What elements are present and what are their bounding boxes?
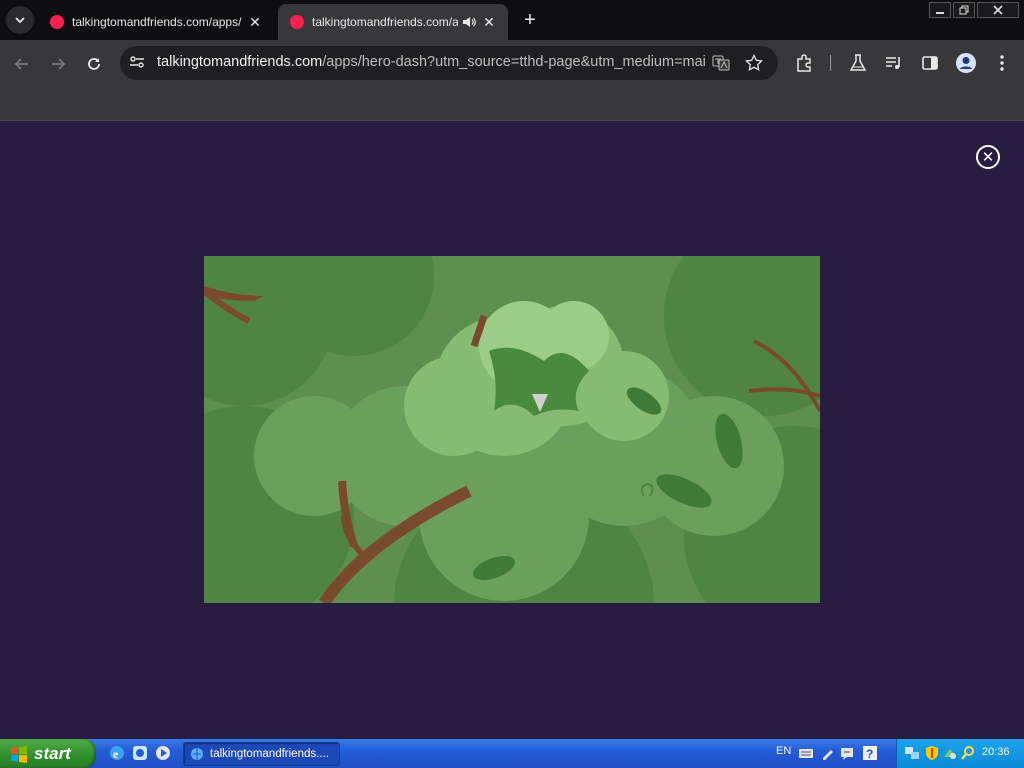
taskbar-task-browser[interactable]: talkingtomandfriends.... (183, 742, 340, 766)
windows-flag-icon (11, 745, 27, 763)
media-player-icon[interactable] (154, 744, 172, 762)
keyboard-icon[interactable] (798, 745, 814, 761)
side-panel-icon[interactable] (920, 53, 940, 73)
tab-title: talkingtomandfriends.com/apps/hero-dash (312, 15, 458, 29)
site-favicon-icon (50, 15, 64, 29)
tab-inactive[interactable]: talkingtomandfriends.com/apps/hero-dash … (38, 4, 274, 40)
svg-text:?: ? (866, 747, 873, 761)
labs-flask-icon[interactable] (848, 53, 868, 73)
forward-button[interactable] (44, 50, 72, 78)
tab-active[interactable]: talkingtomandfriends.com/apps/hero-dash … (278, 4, 508, 40)
pen-icon[interactable] (820, 745, 836, 761)
security-shield-icon[interactable] (924, 745, 940, 761)
forest-canopy-scene (204, 256, 820, 603)
site-favicon-icon (290, 15, 304, 29)
start-button[interactable]: start (0, 739, 96, 768)
toolbar-divider (830, 55, 831, 71)
site-info-icon[interactable] (128, 53, 146, 71)
menu-kebab-icon[interactable] (993, 53, 1011, 73)
chevron-down-icon (15, 17, 25, 24)
task-label: talkingtomandfriends.... (210, 748, 329, 760)
tab-search-button[interactable] (6, 6, 34, 34)
bookmarks-bar (0, 84, 1024, 121)
url-host: talkingtomandfriends.com (157, 54, 323, 70)
extensions-icon[interactable] (795, 53, 815, 73)
restore-button[interactable] (953, 2, 975, 18)
start-label: start (34, 743, 71, 763)
minimize-icon (936, 12, 944, 14)
url-text[interactable]: talkingtomandfriends.com/apps/hero-dash?… (157, 54, 705, 70)
reload-button[interactable] (80, 50, 108, 78)
windows-media-icon[interactable] (131, 744, 149, 762)
restore-icon (959, 5, 969, 15)
profile-avatar-icon[interactable] (955, 52, 977, 74)
close-circle-icon: ✕ (981, 148, 995, 166)
close-icon (993, 5, 1003, 15)
search-icon[interactable] (960, 745, 976, 761)
speech-icon[interactable] (840, 745, 856, 761)
speaker-icon[interactable] (462, 15, 476, 29)
arrow-left-icon (14, 58, 28, 70)
media-controls-icon[interactable] (884, 53, 904, 73)
minimize-button[interactable] (929, 2, 951, 18)
tab-close-icon[interactable]: ✕ (480, 13, 498, 31)
network-icon[interactable] (904, 745, 920, 761)
language-indicator[interactable]: EN (776, 745, 791, 757)
close-window-button[interactable] (977, 2, 1019, 18)
back-button[interactable] (8, 50, 36, 78)
safely-remove-icon[interactable] (942, 745, 958, 761)
new-tab-button[interactable]: + (518, 8, 542, 32)
taskbar-clock: 20:36 (982, 746, 1010, 758)
internet-explorer-icon[interactable]: e (108, 744, 126, 762)
url-path: /apps/hero-dash?utm_source=tthd-page&utm… (322, 54, 705, 70)
bookmark-star-icon[interactable] (745, 53, 763, 72)
browser-app-icon (191, 748, 203, 760)
tab-close-icon[interactable]: ✕ (246, 13, 264, 31)
help-icon[interactable]: ? (862, 745, 878, 761)
svg-text:e: e (113, 747, 119, 761)
arrow-right-icon (52, 58, 66, 70)
tab-title: talkingtomandfriends.com/apps/hero-dash (72, 15, 242, 29)
close-game-button[interactable]: ✕ (976, 145, 1000, 169)
reload-icon (88, 58, 100, 70)
translate-icon[interactable] (712, 54, 730, 72)
game-canvas[interactable] (204, 256, 820, 603)
